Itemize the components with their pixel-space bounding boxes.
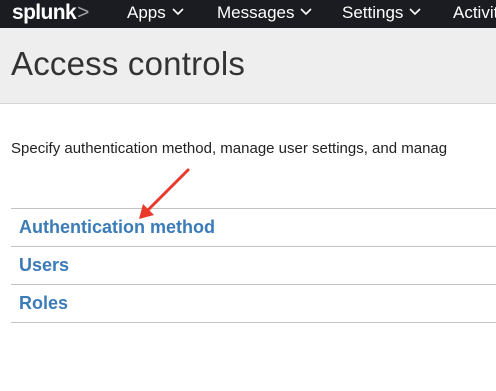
- users-link[interactable]: Users: [19, 255, 69, 276]
- nav-settings-menu[interactable]: Settings: [342, 0, 422, 28]
- roles-link[interactable]: Roles: [19, 293, 68, 314]
- access-controls-list: Authentication method Users Roles: [11, 208, 496, 323]
- authentication-method-link[interactable]: Authentication method: [19, 217, 215, 238]
- chevron-down-icon: [172, 7, 184, 15]
- page-description: Specify authentication method, manage us…: [11, 140, 448, 157]
- nav-activity-label: Activit: [453, 3, 496, 22]
- top-navigation-bar: splunk> Apps Messages Settings Activit: [0, 0, 496, 28]
- logo-text: splunk: [12, 1, 77, 24]
- page-title: Access controls: [11, 45, 246, 82]
- nav-settings-label: Settings: [342, 3, 404, 22]
- nav-messages-menu[interactable]: Messages: [217, 0, 313, 28]
- list-item-authentication-method: Authentication method: [11, 209, 496, 247]
- logo-chevron-icon: >: [77, 1, 89, 24]
- nav-activity-menu[interactable]: Activit: [453, 0, 496, 28]
- splunk-logo[interactable]: splunk>: [12, 0, 89, 28]
- list-item-roles: Roles: [11, 285, 496, 323]
- page-header: Access controls: [0, 28, 496, 104]
- nav-apps-label: Apps: [127, 3, 166, 22]
- chevron-down-icon: [300, 7, 313, 15]
- nav-messages-label: Messages: [217, 3, 295, 22]
- chevron-down-icon: [409, 7, 422, 15]
- list-item-users: Users: [11, 247, 496, 285]
- nav-apps-menu[interactable]: Apps: [127, 0, 184, 28]
